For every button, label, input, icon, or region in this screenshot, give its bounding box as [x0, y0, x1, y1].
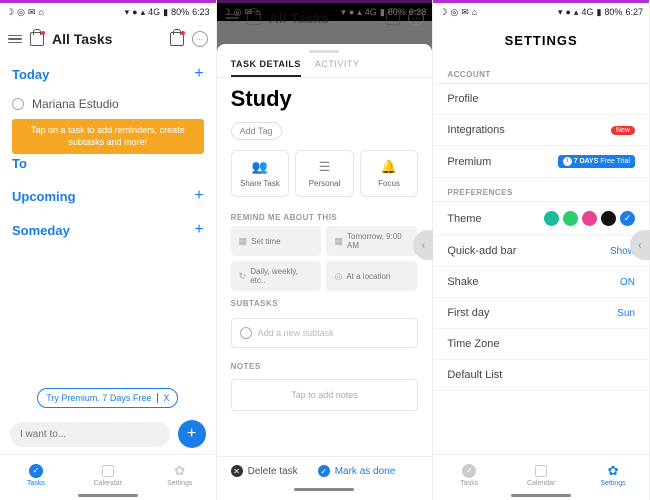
status-bar: ☽◎✉⌂ ▾●▴4G▮80%6:23: [0, 3, 216, 21]
chevron-left-icon[interactable]: ‹: [413, 230, 433, 260]
tab-tasks[interactable]: ✓Tasks: [433, 455, 505, 494]
check-icon: ✓: [318, 465, 330, 477]
bag-icon-2[interactable]: [170, 32, 184, 46]
timezone-row[interactable]: Time Zone: [433, 329, 649, 360]
hint-tooltip: Tap on a task to add reminders, create s…: [12, 119, 204, 154]
defaultlist-row[interactable]: Default List: [433, 360, 649, 391]
location-icon: ◎: [334, 271, 342, 282]
page-title: SETTINGS: [433, 21, 649, 60]
set-location-button[interactable]: ◎At a location: [326, 261, 417, 291]
focus-button[interactable]: 🔔Focus: [360, 150, 419, 197]
repeat-icon: ↻: [239, 271, 247, 282]
clock-icon: ▦: [239, 236, 248, 247]
remind-heading: REMIND ME ABOUT THIS: [217, 205, 433, 226]
notes-input[interactable]: Tap to add notes: [231, 379, 419, 411]
set-repeat-button[interactable]: ↻Daily, weekly, etc..: [231, 261, 322, 291]
premium-row[interactable]: Premiumi7 DAYS Free Trial: [433, 146, 649, 178]
preferences-heading: PREFERENCES: [433, 178, 649, 202]
quickadd-row[interactable]: Quick-add barShow: [433, 236, 649, 267]
new-badge: New: [611, 126, 635, 135]
add-tag-button[interactable]: Add Tag: [231, 122, 282, 140]
shake-row[interactable]: ShakeON: [433, 267, 649, 298]
screen-task-detail: ☽◎✉⌂ ▾●▴4G▮80%6:28 All Tasks ⋯ TASK DETA…: [217, 0, 434, 500]
checkbox-icon[interactable]: [12, 98, 24, 110]
home-indicator: [511, 494, 571, 497]
color-swatch[interactable]: [544, 211, 559, 226]
tab-activity[interactable]: ACTIVITY: [315, 59, 360, 77]
premium-promo[interactable]: Try Premium. 7 Days FreeX: [37, 388, 178, 408]
integrations-row[interactable]: IntegrationsNew: [433, 115, 649, 146]
section-tomorrow[interactable]: To: [0, 156, 216, 179]
tab-settings[interactable]: ✿Settings: [144, 455, 216, 494]
color-swatch[interactable]: [582, 211, 597, 226]
list-button[interactable]: ☰Personal: [295, 150, 354, 197]
home-indicator: [294, 488, 354, 491]
more-icon[interactable]: ⋯: [192, 31, 208, 47]
share-task-button[interactable]: 👥Share Task: [231, 150, 290, 197]
tab-calendar[interactable]: Calendar: [505, 455, 577, 494]
tab-details[interactable]: TASK DETAILS: [231, 59, 301, 77]
bag-icon[interactable]: [30, 32, 44, 46]
tab-settings[interactable]: ✿Settings: [577, 455, 649, 494]
quick-add-bar: +: [0, 414, 216, 454]
plus-icon[interactable]: +: [194, 65, 203, 83]
premium-badge: i7 DAYS Free Trial: [558, 155, 635, 168]
task-sheet: TASK DETAILS ACTIVITY Study Add Tag 👥Sha…: [217, 44, 433, 500]
bottom-nav: ✓Tasks Calendar ✿Settings: [0, 454, 216, 494]
tab-tasks[interactable]: ✓Tasks: [0, 455, 72, 494]
quick-add-input[interactable]: [10, 422, 170, 447]
menu-icon[interactable]: [8, 35, 22, 44]
plus-icon[interactable]: +: [194, 187, 203, 205]
set-time-button[interactable]: ▦Set time: [231, 226, 322, 256]
share-icon: 👥: [236, 159, 285, 175]
x-icon: ✕: [231, 465, 243, 477]
color-swatch-selected[interactable]: [620, 211, 635, 226]
theme-row[interactable]: Theme: [433, 202, 649, 236]
bottom-nav: ✓Tasks Calendar ✿Settings: [433, 454, 649, 494]
tab-calendar[interactable]: Calendar: [72, 455, 144, 494]
header: All Tasks ⋯: [0, 21, 216, 57]
add-subtask-input[interactable]: Add a new subtask: [231, 318, 419, 348]
theme-swatches: [544, 211, 635, 226]
list-icon: ☰: [300, 159, 349, 175]
plus-icon[interactable]: +: [194, 221, 203, 239]
set-date-button[interactable]: ▦Tomorrow, 9:00 AM: [326, 226, 417, 256]
close-icon[interactable]: X: [157, 393, 169, 403]
page-title: All Tasks: [52, 31, 162, 47]
account-heading: ACCOUNT: [433, 60, 649, 84]
notes-heading: NOTES: [217, 354, 433, 375]
section-today[interactable]: Today+: [0, 57, 216, 91]
drag-handle[interactable]: [309, 50, 339, 53]
mark-done-button[interactable]: ✓Mark as done: [318, 465, 396, 477]
profile-row[interactable]: Profile: [433, 84, 649, 115]
color-swatch[interactable]: [563, 211, 578, 226]
bell-icon: 🔔: [365, 159, 414, 175]
color-swatch[interactable]: [601, 211, 616, 226]
screen-settings: ☽◎✉⌂ ▾●▴4G▮80%6:27 SETTINGS ACCOUNT Prof…: [433, 0, 650, 500]
add-fab[interactable]: +: [178, 420, 206, 448]
checkbox-icon: [240, 327, 252, 339]
section-upcoming[interactable]: Upcoming+: [0, 179, 216, 213]
home-indicator: [78, 494, 138, 497]
section-someday[interactable]: Someday+: [0, 213, 216, 247]
calendar-icon: ▦: [334, 236, 343, 247]
delete-task-button[interactable]: ✕Delete task: [231, 465, 298, 477]
task-row[interactable]: Mariana Estudio: [0, 91, 216, 117]
task-title[interactable]: Study: [217, 78, 433, 120]
firstday-row[interactable]: First daySun: [433, 298, 649, 329]
subtasks-heading: SUBTASKS: [217, 291, 433, 312]
screen-tasks-list: ☽◎✉⌂ ▾●▴4G▮80%6:23 All Tasks ⋯ Today+ Ma…: [0, 0, 217, 500]
status-bar: ☽◎✉⌂ ▾●▴4G▮80%6:27: [433, 3, 649, 21]
